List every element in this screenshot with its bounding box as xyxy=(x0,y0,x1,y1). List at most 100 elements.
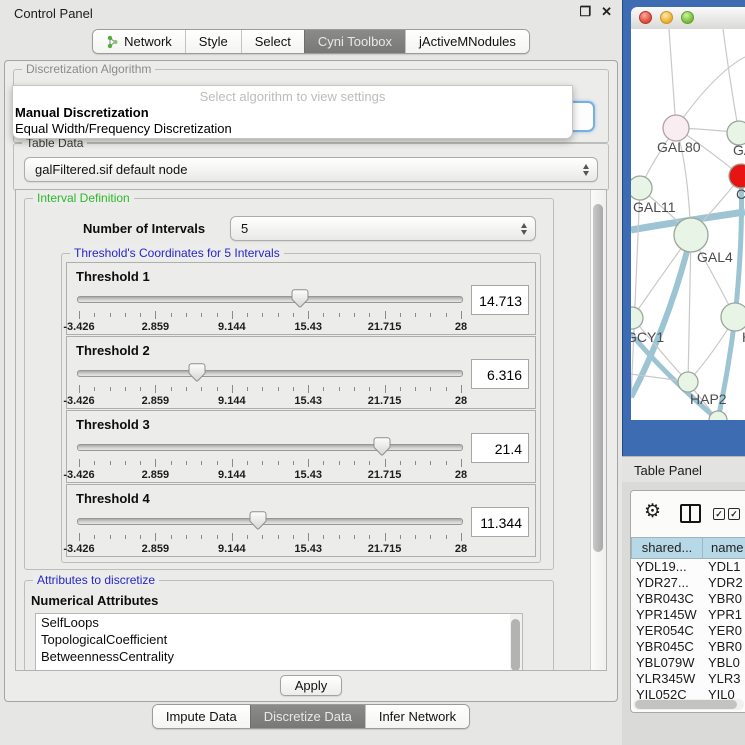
slider-track[interactable] xyxy=(77,444,463,451)
table-cell: YER054C xyxy=(631,623,703,639)
slider-thumb[interactable] xyxy=(249,511,268,532)
node-label: GAL80 xyxy=(657,139,701,155)
slider-track[interactable] xyxy=(77,296,463,303)
threshold-slider[interactable]: -3.4262.8599.14415.4321.71528 xyxy=(77,361,463,405)
attribute-list-item[interactable]: BetweennessCentrality xyxy=(36,648,522,665)
network-canvas[interactable]: GAL80GACGAL11GAL4GCY1HHAP2 xyxy=(631,29,745,420)
tab-label: Network xyxy=(124,34,172,49)
close-light[interactable] xyxy=(639,11,652,24)
slider-tick-labels: -3.4262.8599.14415.4321.71528 xyxy=(79,395,461,407)
table-row[interactable]: YBR043CYBR0 xyxy=(631,591,745,607)
table-data-group: Table Data galFiltered.sif default node xyxy=(13,143,609,191)
table-row[interactable]: YER054CYER0 xyxy=(631,623,745,639)
threshold-label: Threshold 3 xyxy=(76,417,150,432)
node-gal11[interactable] xyxy=(631,176,652,200)
split-pane-icon[interactable] xyxy=(680,504,701,523)
threshold-value-field[interactable]: 11.344 xyxy=(471,507,529,537)
checkbox-checked-icon[interactable]: ✓ xyxy=(713,508,725,520)
tab-style[interactable]: Style xyxy=(185,30,241,53)
slider-thumb[interactable] xyxy=(372,437,391,458)
node-red[interactable] xyxy=(729,164,745,188)
node-gal80[interactable] xyxy=(663,115,689,141)
table-data-combobox[interactable]: galFiltered.sif default node xyxy=(24,157,598,182)
attribute-list-item[interactable]: SelfLoops xyxy=(36,614,522,631)
settings-scrollpane: Interval Definition Number of Intervals … xyxy=(15,189,607,671)
interval-definition-title: Interval Definition xyxy=(33,191,134,205)
algorithm-menu-item[interactable]: Equal Width/Frequency Discretization xyxy=(13,121,572,137)
slider-tick-labels: -3.4262.8599.14415.4321.71528 xyxy=(79,321,461,333)
column-header-2[interactable]: name xyxy=(703,537,745,559)
tab-discretize-data[interactable]: Discretize Data xyxy=(250,705,365,728)
node-gal4[interactable] xyxy=(674,218,708,252)
network-edge[interactable] xyxy=(669,29,676,128)
attributes-group: Attributes to discretize Numerical Attri… xyxy=(24,580,554,671)
column-header-1[interactable]: shared... xyxy=(631,537,703,559)
threshold-slider[interactable]: -3.4262.8599.14415.4321.71528 xyxy=(77,287,463,331)
tab-impute-data[interactable]: Impute Data xyxy=(153,705,250,728)
float-button[interactable]: ❐ xyxy=(579,4,591,20)
zoom-light[interactable] xyxy=(681,11,694,24)
algorithm-placeholder-item: Select algorithm to view settings xyxy=(13,89,572,105)
attributes-list-scrollbar[interactable] xyxy=(510,614,522,671)
node-label: C xyxy=(736,186,745,202)
table-row[interactable]: YPR145WYPR1 xyxy=(631,607,745,623)
tab-select[interactable]: Select xyxy=(241,30,304,53)
attributes-title: Attributes to discretize xyxy=(33,573,159,587)
tab-network[interactable]: Network xyxy=(93,30,185,53)
threshold-label: Threshold 1 xyxy=(76,269,150,284)
number-of-intervals-label: Number of Intervals xyxy=(83,221,205,236)
threshold-value-field[interactable]: 14.713 xyxy=(471,285,529,315)
tab-label: Select xyxy=(255,34,291,49)
settings-vertical-scrollbar[interactable] xyxy=(590,190,606,670)
apply-button[interactable]: Apply xyxy=(280,675,343,696)
panel-title: Control Panel xyxy=(14,6,93,21)
threshold-value-field[interactable]: 21.4 xyxy=(471,433,529,463)
threshold-slider[interactable]: -3.4262.8599.14415.4321.71528 xyxy=(77,435,463,479)
node-label: GAL4 xyxy=(697,249,733,265)
checkbox-checked-icon[interactable]: ✓ xyxy=(728,508,740,520)
table-row[interactable]: YDL19...YDL1 xyxy=(631,559,745,575)
tab-infer-network[interactable]: Infer Network xyxy=(365,705,469,728)
slider-track[interactable] xyxy=(77,518,463,525)
minimize-light[interactable] xyxy=(660,11,673,24)
algorithm-menu-item[interactable]: Manual Discretization xyxy=(13,105,572,121)
table-row[interactable]: YDR27...YDR2 xyxy=(631,575,745,591)
network-edge[interactable] xyxy=(676,57,745,128)
attribute-list-item[interactable]: TopologicalCoefficient xyxy=(36,631,522,648)
table-toolbar: ⚙ ✓ ✓ xyxy=(631,491,745,537)
node-gcy1[interactable] xyxy=(631,307,643,329)
table-cell: YLR345W xyxy=(631,671,703,687)
tab-label: Impute Data xyxy=(166,709,237,724)
close-button[interactable]: ✕ xyxy=(601,4,612,20)
table-row[interactable]: YBR045CYBR0 xyxy=(631,639,745,655)
table-cell: YBL079W xyxy=(631,655,703,671)
tab-label: Cyni Toolbox xyxy=(318,34,392,49)
node-hap2[interactable] xyxy=(678,372,698,392)
numerical-attributes-label: Numerical Attributes xyxy=(31,593,158,608)
table-horizontal-scrollbar[interactable] xyxy=(633,699,744,710)
node-label: GCY1 xyxy=(631,329,664,345)
slider-tick-labels: -3.4262.8599.14415.4321.71528 xyxy=(79,543,461,555)
slider-thumb[interactable] xyxy=(187,363,206,384)
tab-label: Infer Network xyxy=(379,709,456,724)
number-of-intervals-combobox[interactable]: 5 xyxy=(230,216,536,241)
network-icon xyxy=(106,35,119,49)
slider-track[interactable] xyxy=(77,370,463,377)
gear-icon[interactable]: ⚙ xyxy=(644,500,661,524)
table-cell: YDL19... xyxy=(631,559,703,575)
table-row[interactable]: YLR345WYLR3 xyxy=(631,671,745,687)
threshold-value-field[interactable]: 6.316 xyxy=(471,359,529,389)
tab-jactivemnodules[interactable]: jActiveMNodules xyxy=(405,30,529,53)
tab-cyni-toolbox[interactable]: Cyni Toolbox xyxy=(304,30,405,53)
combo-stepper-icon xyxy=(583,164,589,176)
network-edge[interactable] xyxy=(723,29,739,133)
network-window-titlebar[interactable] xyxy=(631,7,745,30)
table-panel-title: Table Panel xyxy=(634,463,702,478)
node-h[interactable] xyxy=(721,303,745,331)
table-row[interactable]: YBL079WYBL0 xyxy=(631,655,745,671)
table-data-combobox-value: galFiltered.sif default node xyxy=(35,162,187,177)
slider-thumb[interactable] xyxy=(290,289,309,310)
network-edge[interactable] xyxy=(631,188,640,399)
threshold-slider[interactable]: -3.4262.8599.14415.4321.71528 xyxy=(77,509,463,553)
table-panel-body: ⚙ ✓ ✓ shared...name YDL19...YDL1YDR27...… xyxy=(622,482,745,745)
